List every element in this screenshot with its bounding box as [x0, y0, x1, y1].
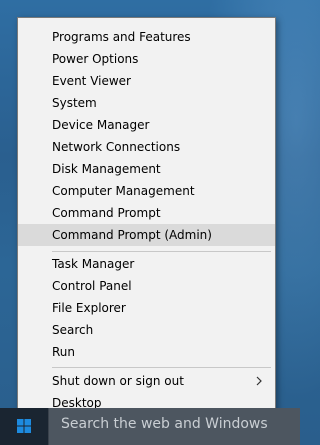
search-placeholder: Search the web and Windows [61, 416, 268, 432]
winx-context-menu: Programs and Features Power Options Even… [17, 17, 276, 418]
menu-item-task-manager[interactable]: Task Manager [18, 253, 275, 275]
menu-separator [52, 367, 271, 368]
windows-logo-icon [17, 419, 31, 433]
menu-item-disk-management[interactable]: Disk Management [18, 158, 275, 180]
menu-group-system-tools: Programs and Features Power Options Even… [18, 26, 275, 246]
search-box[interactable]: Search the web and Windows [48, 408, 300, 445]
menu-group-apps: Task Manager Control Panel File Explorer… [18, 253, 275, 363]
menu-item-search[interactable]: Search [18, 319, 275, 341]
menu-item-device-manager[interactable]: Device Manager [18, 114, 275, 136]
menu-item-computer-management[interactable]: Computer Management [18, 180, 275, 202]
taskbar: Search the web and Windows [0, 408, 300, 445]
menu-item-file-explorer[interactable]: File Explorer [18, 297, 275, 319]
menu-item-label: Shut down or sign out [52, 374, 184, 388]
menu-item-command-prompt-admin[interactable]: Command Prompt (Admin) [18, 224, 275, 246]
menu-item-power-options[interactable]: Power Options [18, 48, 275, 70]
menu-item-run[interactable]: Run [18, 341, 275, 363]
menu-separator [52, 251, 271, 252]
start-button[interactable] [0, 408, 48, 445]
chevron-right-icon [256, 376, 262, 386]
menu-item-programs-and-features[interactable]: Programs and Features [18, 26, 275, 48]
menu-item-system[interactable]: System [18, 92, 275, 114]
menu-item-control-panel[interactable]: Control Panel [18, 275, 275, 297]
menu-item-event-viewer[interactable]: Event Viewer [18, 70, 275, 92]
menu-item-shut-down-or-sign-out[interactable]: Shut down or sign out [18, 370, 275, 392]
menu-item-command-prompt[interactable]: Command Prompt [18, 202, 275, 224]
menu-item-network-connections[interactable]: Network Connections [18, 136, 275, 158]
